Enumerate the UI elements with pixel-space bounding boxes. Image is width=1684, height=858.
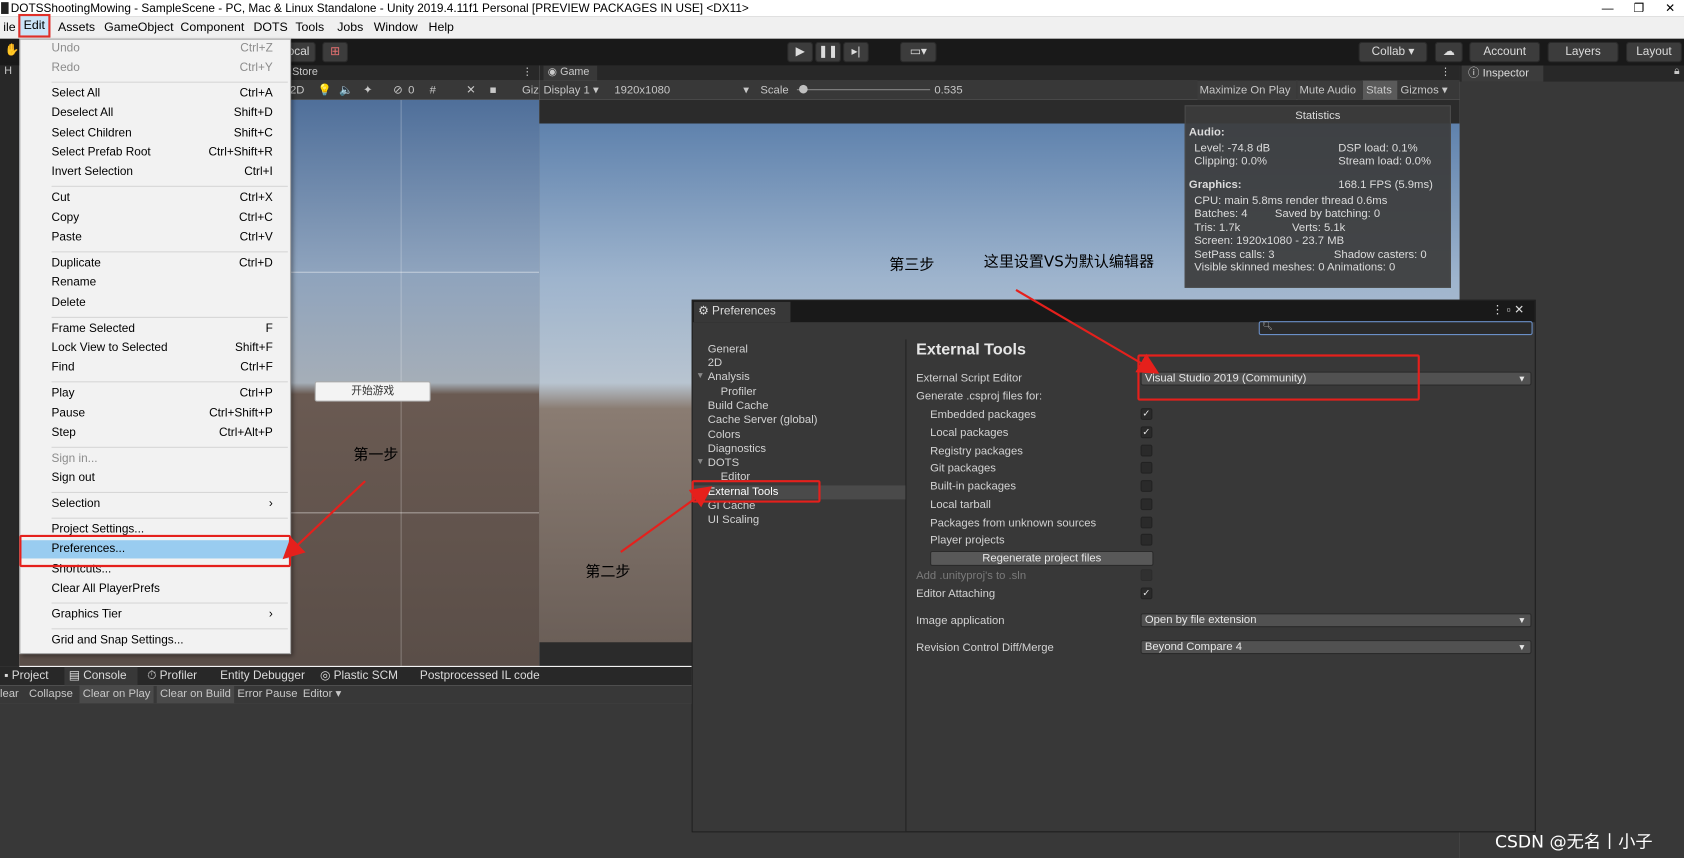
arrow-step1 <box>282 480 366 560</box>
annotation-arrows <box>282 289 1160 560</box>
arrow-step2 <box>620 486 713 553</box>
watermark: CSDN @无名丨小子 <box>1495 831 1653 852</box>
arrow-step3 <box>1015 289 1160 374</box>
